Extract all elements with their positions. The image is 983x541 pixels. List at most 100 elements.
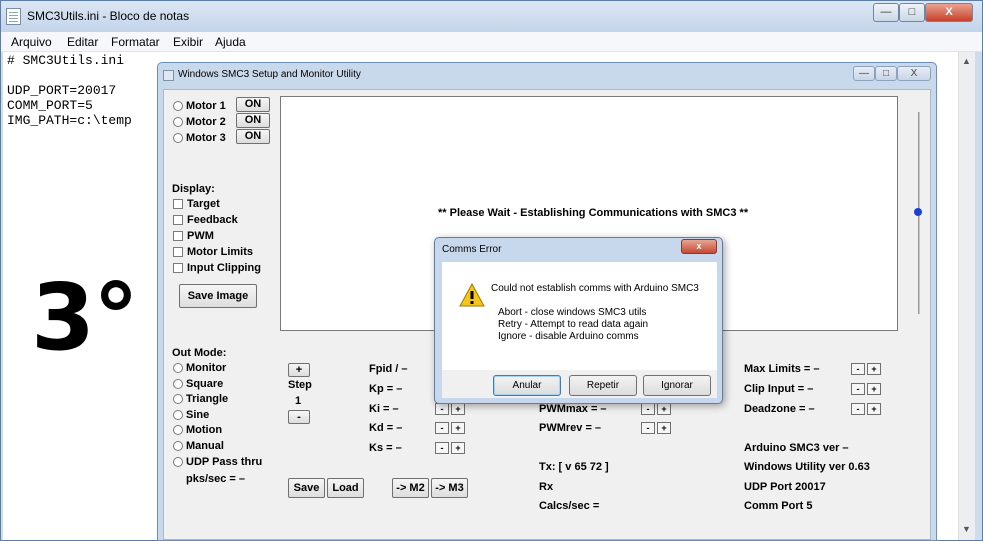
menu-editar[interactable]: Editar <box>67 35 98 49</box>
target-checkbox[interactable] <box>173 199 183 209</box>
step-value: 1 <box>295 395 302 407</box>
out-mode-heading: Out Mode: <box>172 347 227 359</box>
warning-icon <box>459 283 485 307</box>
triangle-radio[interactable] <box>173 394 183 404</box>
smc3-titlebar[interactable]: Windows SMC3 Setup and Monitor Utility —… <box>158 63 936 87</box>
motor-1-on-button[interactable]: ON <box>236 97 270 112</box>
plot-status-message: ** Please Wait - Establishing Communicat… <box>438 207 749 219</box>
clip-input-minus-button[interactable]: - <box>851 383 865 395</box>
step-minus-button[interactable]: - <box>288 410 310 424</box>
motor-limits-checkbox[interactable] <box>173 247 183 257</box>
retry-button[interactable]: Repetir <box>569 375 637 396</box>
clip-input-plus-button[interactable]: + <box>867 383 881 395</box>
minimize-button[interactable]: — <box>873 3 899 22</box>
menu-ajuda[interactable]: Ajuda <box>215 35 246 49</box>
input-clipping-label: Input Clipping <box>187 262 261 274</box>
slider-thumb[interactable] <box>914 208 922 216</box>
dialog-option-retry: Retry - Attempt to read data again <box>498 319 649 330</box>
scroll-up-icon[interactable]: ▲ <box>962 56 971 66</box>
pwm-max-label: PWMmax = – <box>539 403 607 415</box>
smc3-maximize-button[interactable]: □ <box>875 66 897 81</box>
max-limits-plus-button[interactable]: + <box>867 363 881 375</box>
comms-error-dialog: Comms Error x Could not establish comms … <box>434 237 723 404</box>
tx-readout: Tx: [ v 65 72 ] <box>539 461 609 473</box>
save-image-button[interactable]: Save Image <box>179 284 257 308</box>
dialog-title: Comms Error <box>442 244 502 255</box>
square-radio[interactable] <box>173 379 183 389</box>
monitor-radio[interactable] <box>173 363 183 373</box>
manual-radio[interactable] <box>173 441 183 451</box>
max-limits-minus-button[interactable]: - <box>851 363 865 375</box>
triangle-label: Triangle <box>186 393 229 405</box>
pks-sec-readout: pks/sec = – <box>186 473 246 485</box>
dialog-body: Could not establish comms with Arduino S… <box>442 262 717 370</box>
menu-exibir[interactable]: Exibir <box>173 35 203 49</box>
kd-plus-button[interactable]: + <box>451 422 465 434</box>
ks-minus-button[interactable]: - <box>435 442 449 454</box>
pwm-rev-label: PWMrev = – <box>539 422 602 434</box>
vertical-scrollbar[interactable]: ▲ ▼ <box>958 52 975 540</box>
text-line: # SMC3Utils.ini <box>7 53 125 68</box>
save-button[interactable]: Save <box>288 478 325 498</box>
sine-radio[interactable] <box>173 410 183 420</box>
pwm-checkbox[interactable] <box>173 231 183 241</box>
pwm-max-plus-button[interactable]: + <box>657 403 671 415</box>
motor-1-radio[interactable] <box>173 101 183 111</box>
motor-1-label: Motor 1 <box>186 100 226 112</box>
ks-label: Ks = – <box>369 442 402 454</box>
close-button[interactable]: X <box>925 3 973 22</box>
notepad-content: # SMC3Utils.ini​UDP_PORT=20017COMM_PORT=… <box>7 53 132 128</box>
ki-minus-button[interactable]: - <box>435 403 449 415</box>
menu-arquivo[interactable]: Arquivo <box>11 35 52 49</box>
sine-label: Sine <box>186 409 210 421</box>
deadzone-plus-button[interactable]: + <box>867 403 881 415</box>
motion-label: Motion <box>186 424 223 436</box>
feedback-label: Feedback <box>187 214 238 226</box>
pwm-label: PWM <box>187 230 214 242</box>
max-limits-label: Max Limits = – <box>744 363 820 375</box>
smc3-minimize-button[interactable]: — <box>853 66 875 81</box>
motor-3-on-button[interactable]: ON <box>236 129 270 144</box>
dialog-close-button[interactable]: x <box>681 239 717 254</box>
pwm-rev-minus-button[interactable]: - <box>641 422 655 434</box>
comm-port-info: Comm Port 5 <box>744 500 813 512</box>
square-label: Square <box>186 378 224 390</box>
ignore-button[interactable]: Ignorar <box>643 375 711 396</box>
ki-label: Ki = – <box>369 403 399 415</box>
deadzone-minus-button[interactable]: - <box>851 403 865 415</box>
ki-plus-button[interactable]: + <box>451 403 465 415</box>
text-line: UDP_PORT=20017 <box>7 83 117 98</box>
pwm-rev-plus-button[interactable]: + <box>657 422 671 434</box>
smc3-close-button[interactable]: X <box>897 66 931 81</box>
copy-to-m3-button[interactable]: -> M3 <box>431 478 468 498</box>
notepad-titlebar[interactable]: SMC3Utils.ini - Bloco de notas — □ X <box>1 1 982 32</box>
udp-pass-thru-radio[interactable] <box>173 457 183 467</box>
motor-limits-label: Motor Limits <box>187 246 253 258</box>
notepad-title: SMC3Utils.ini - Bloco de notas <box>27 9 190 23</box>
motor-2-label: Motor 2 <box>186 116 226 128</box>
dialog-option-ignore: Ignore - disable Arduino comms <box>498 331 639 342</box>
scroll-down-icon[interactable]: ▼ <box>962 524 971 534</box>
kd-minus-button[interactable]: - <box>435 422 449 434</box>
text-line: IMG_PATH=c:\temp <box>7 113 132 128</box>
load-button[interactable]: Load <box>327 478 364 498</box>
input-clipping-checkbox[interactable] <box>173 263 183 273</box>
feedback-checkbox[interactable] <box>173 215 183 225</box>
maximize-button[interactable]: □ <box>899 3 925 22</box>
smc3-title: Windows SMC3 Setup and Monitor Utility <box>178 69 361 80</box>
motor-2-radio[interactable] <box>173 117 183 127</box>
app-icon <box>163 70 174 81</box>
motion-radio[interactable] <box>173 425 183 435</box>
menu-formatar[interactable]: Formatar <box>111 35 160 49</box>
copy-to-m2-button[interactable]: -> M2 <box>392 478 429 498</box>
calcs-readout: Calcs/sec = <box>539 500 600 512</box>
abort-button[interactable]: Anular <box>493 375 561 396</box>
ks-plus-button[interactable]: + <box>451 442 465 454</box>
motor-3-radio[interactable] <box>173 133 183 143</box>
overlay-degree-text: 3° <box>31 264 139 371</box>
target-label: Target <box>187 198 220 210</box>
motor-2-on-button[interactable]: ON <box>236 113 270 128</box>
step-label: Step <box>288 379 312 391</box>
step-plus-button[interactable]: + <box>288 363 310 377</box>
pwm-max-minus-button[interactable]: - <box>641 403 655 415</box>
